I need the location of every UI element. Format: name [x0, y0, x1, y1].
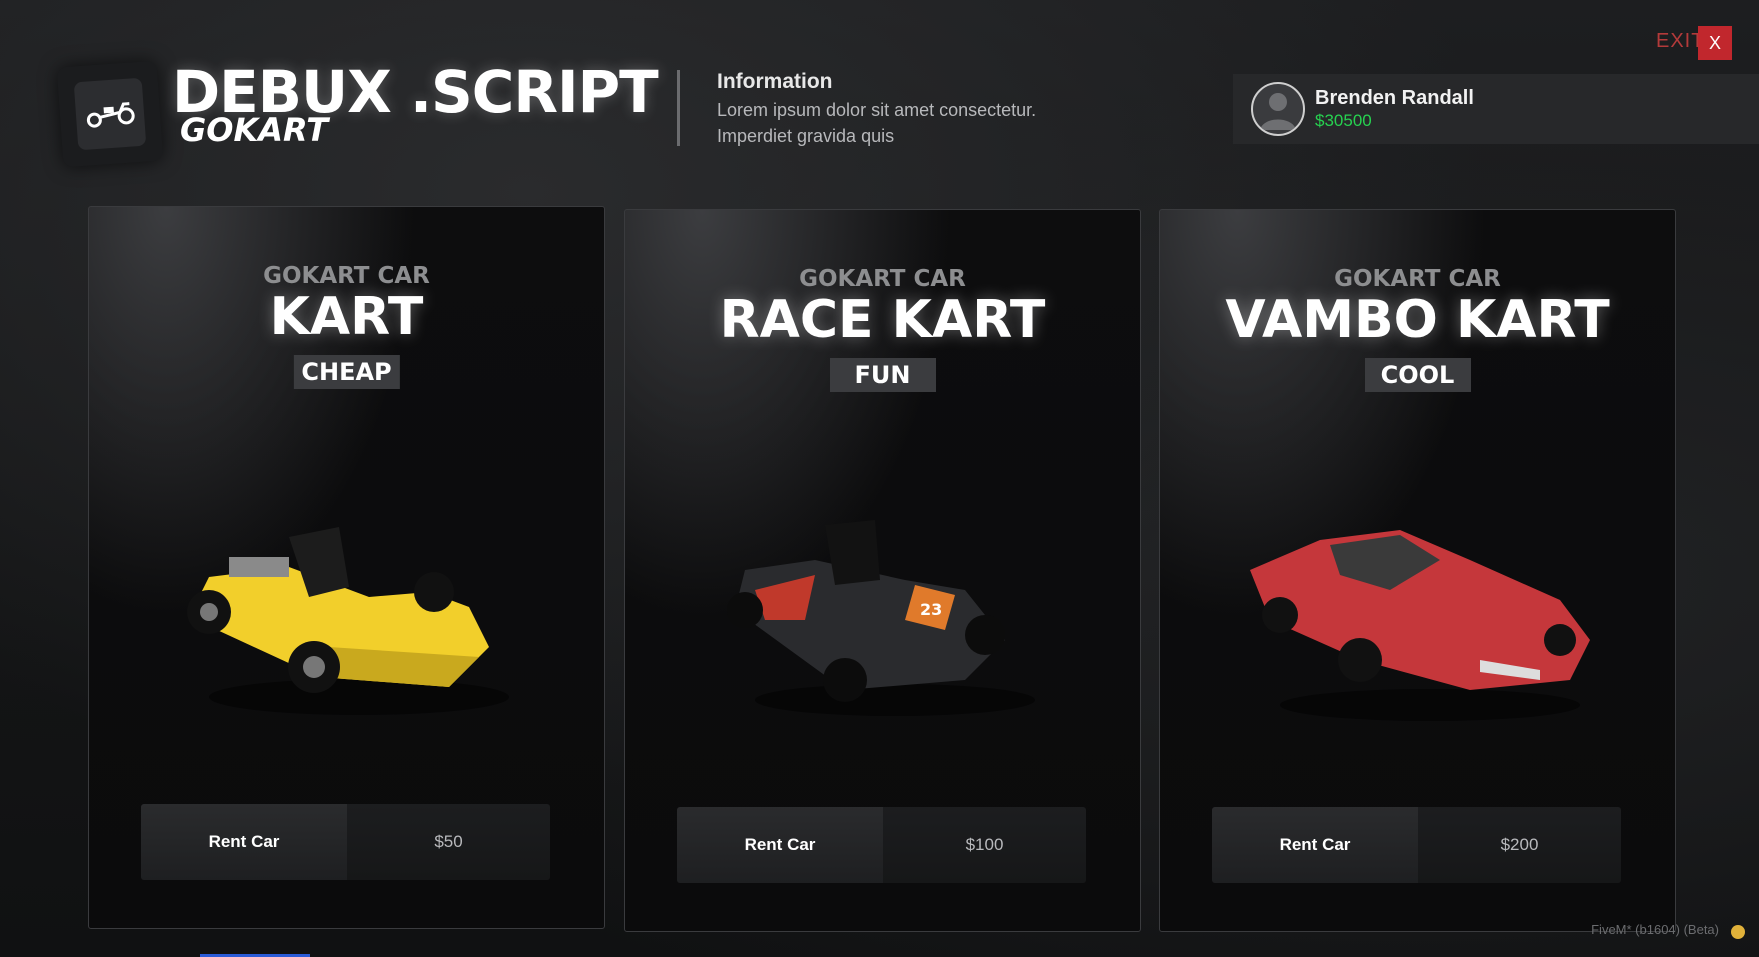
user-money: $30500	[1315, 111, 1372, 130]
info-title: Information	[717, 70, 833, 93]
rent-price: $100	[883, 807, 1086, 883]
rent-bar: Rent Car $50	[141, 804, 550, 880]
user-avatar-icon	[1251, 82, 1305, 136]
rent-car-button[interactable]: Rent Car	[1212, 807, 1418, 883]
card-category: GOKART CAR	[1334, 266, 1501, 292]
card-tag: FUN	[829, 358, 936, 392]
user-name: Brenden Randall	[1315, 87, 1474, 109]
vehicle-card-vambo-kart: GOKART CAR VAMBO KART COOL Rent Car $200	[1159, 209, 1676, 932]
card-category: GOKART CAR	[799, 266, 966, 292]
rent-bar: Rent Car $100	[677, 807, 1086, 883]
gokart-icon	[73, 77, 147, 151]
card-tag: COOL	[1364, 358, 1471, 392]
card-category: GOKART CAR	[263, 263, 430, 289]
race-kart-image: 23	[727, 520, 1035, 716]
kart-image	[187, 527, 509, 715]
user-panel: Brenden Randall $30500	[1233, 74, 1759, 144]
version-label: FiveM* (b1604) (Beta)	[1591, 922, 1719, 937]
svg-text:23: 23	[920, 600, 942, 619]
logo-badge	[56, 60, 164, 168]
rent-price: $50	[347, 804, 550, 880]
vambo-kart-image	[1250, 530, 1590, 721]
info-text: Lorem ipsum dolor sit amet consectetur. …	[717, 100, 1037, 146]
card-title: KART	[269, 287, 424, 347]
card-title: RACE KART	[719, 290, 1046, 350]
fivem-icon	[1731, 925, 1745, 939]
header-divider	[677, 70, 680, 146]
card-tag: CHEAP	[293, 355, 400, 389]
vehicle-card-kart: GOKART CAR KART CHEAP Rent Car $50	[88, 206, 605, 929]
vehicle-card-race-kart: GOKART CAR RACE KART FUN 23 Rent Car $10…	[624, 209, 1141, 932]
rent-bar: Rent Car $200	[1212, 807, 1621, 883]
user-info: Brenden Randall $30500	[1315, 86, 1474, 132]
brand-subtitle: GOKART	[180, 111, 329, 149]
rent-price: $200	[1418, 807, 1621, 883]
exit-button[interactable]: X	[1698, 26, 1732, 60]
rent-car-button[interactable]: Rent Car	[677, 807, 883, 883]
rent-car-button[interactable]: Rent Car	[141, 804, 347, 880]
card-title: VAMBO KART	[1225, 290, 1610, 350]
